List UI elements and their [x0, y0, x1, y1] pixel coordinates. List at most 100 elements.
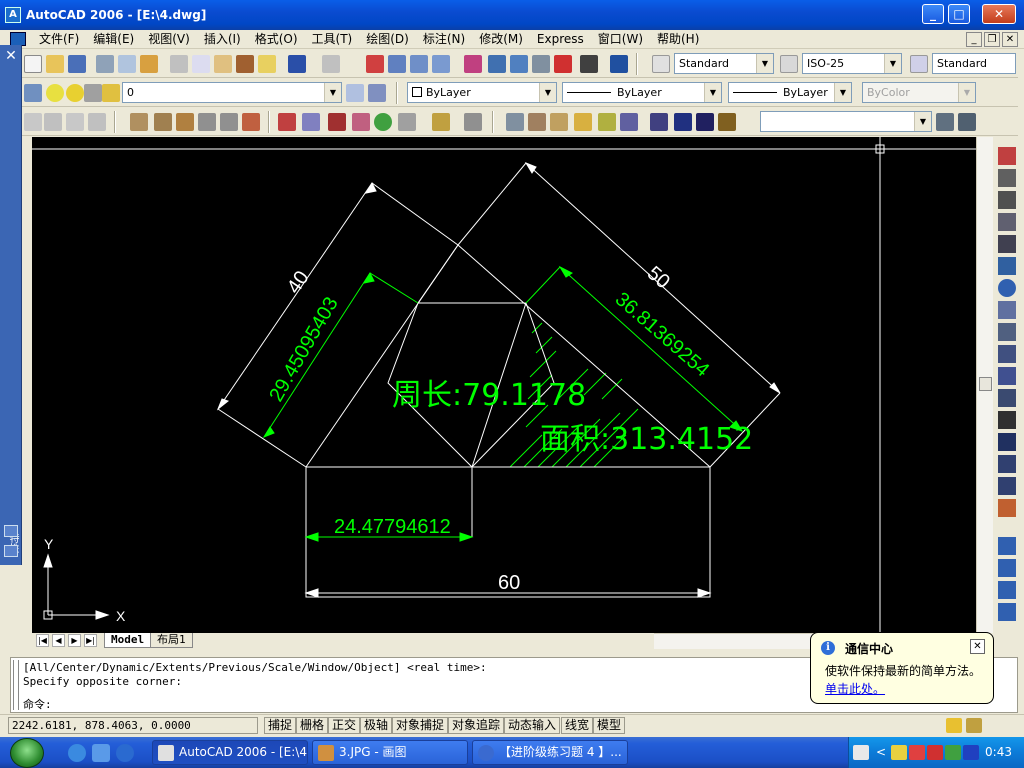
- undo-icon[interactable]: [288, 55, 306, 73]
- alert-icon[interactable]: [909, 745, 925, 760]
- table-style-icon[interactable]: [910, 55, 928, 73]
- chevron-down-icon[interactable]: ▼: [914, 112, 931, 131]
- keyboard-icon[interactable]: [853, 745, 869, 760]
- doc-restore-button[interactable]: ❐: [984, 32, 1000, 47]
- task-exercise[interactable]: 【进阶级练习题 4 】...: [472, 740, 628, 765]
- list-xref-icon[interactable]: [220, 113, 238, 131]
- menu-item-5[interactable]: 工具(T): [305, 32, 360, 47]
- pan-icon[interactable]: [366, 55, 384, 73]
- layer-viewport-icon[interactable]: [84, 84, 102, 102]
- save-icon[interactable]: [68, 55, 86, 73]
- layer-match-icon[interactable]: [550, 113, 568, 131]
- close-button[interactable]: ✕: [982, 4, 1016, 24]
- network-icon[interactable]: [945, 745, 961, 760]
- dim-style-icon[interactable]: [780, 55, 798, 73]
- layer-on-icon[interactable]: [46, 84, 64, 102]
- palette-menu-icon[interactable]: [4, 545, 18, 557]
- table-style-combo[interactable]: Standard: [932, 53, 1016, 74]
- flatten-icon[interactable]: [398, 113, 416, 131]
- tab-model[interactable]: Model: [104, 633, 152, 648]
- extend-object-icon[interactable]: [998, 367, 1016, 385]
- chevron-down-icon[interactable]: ▼: [756, 54, 773, 73]
- viewport-lock-icon[interactable]: [958, 113, 976, 131]
- paste-icon[interactable]: [214, 55, 232, 73]
- explode-icon[interactable]: [242, 113, 260, 131]
- balloon-link[interactable]: 单击此处。: [825, 680, 885, 697]
- status-toggle-0[interactable]: 捕捉: [264, 717, 297, 734]
- last-tab-icon[interactable]: ▶|: [84, 634, 97, 647]
- globe-icon[interactable]: [374, 113, 392, 131]
- chamfer-icon[interactable]: [998, 455, 1016, 473]
- scale-icon[interactable]: [998, 301, 1016, 319]
- trim-icon[interactable]: [176, 113, 194, 131]
- media-player-icon[interactable]: [963, 745, 979, 760]
- status-toggle-8[interactable]: 模型: [593, 717, 626, 734]
- break-at-point-icon[interactable]: [998, 389, 1016, 407]
- maximize-button[interactable]: □: [948, 4, 970, 24]
- dim-style-combo[interactable]: ISO-25 ▼: [802, 53, 902, 74]
- viewport-scale-icon[interactable]: [936, 113, 954, 131]
- status-toggle-7[interactable]: 线宽: [561, 717, 594, 734]
- block-tools-icon[interactable]: [130, 113, 148, 131]
- color-combo[interactable]: ByLayer ▼: [407, 82, 557, 103]
- image-icon[interactable]: [352, 113, 370, 131]
- status-toggle-5[interactable]: 对象追踪: [448, 717, 505, 734]
- publish-icon[interactable]: [140, 55, 158, 73]
- zoom-window-icon[interactable]: [410, 55, 428, 73]
- chevron-down-icon[interactable]: ▼: [539, 83, 556, 102]
- explode-object-icon[interactable]: [998, 499, 1016, 517]
- status-toggle-4[interactable]: 对象捕捉: [392, 717, 449, 734]
- layer-tools-icon[interactable]: [506, 113, 524, 131]
- status-toggle-2[interactable]: 正交: [328, 717, 361, 734]
- join-icon[interactable]: [998, 433, 1016, 451]
- prev-tab-icon[interactable]: ◀: [52, 634, 65, 647]
- drawing-area[interactable]: 40 50 29.45095403 36.81369254 24.4779461…: [32, 137, 976, 633]
- ie-icon[interactable]: [68, 744, 86, 762]
- chevron-down-icon[interactable]: ▼: [884, 54, 901, 73]
- block-editor-icon[interactable]: [258, 55, 276, 73]
- revcloud-icon[interactable]: [328, 113, 346, 131]
- menu-item-1[interactable]: 编辑(E): [86, 32, 141, 47]
- layer-off-icon[interactable]: [598, 113, 616, 131]
- minimize-button[interactable]: _: [922, 4, 944, 24]
- draw-order-icon[interactable]: [432, 113, 450, 131]
- menu-item-4[interactable]: 格式(O): [248, 32, 305, 47]
- draw-order-front-icon[interactable]: [998, 537, 1016, 555]
- copy-object-icon[interactable]: [998, 169, 1016, 187]
- print-icon[interactable]: [96, 55, 114, 73]
- layer-combo[interactable]: 0 ▼: [122, 82, 342, 103]
- chevron-down-icon[interactable]: ▼: [324, 83, 341, 102]
- draw-order-back-icon[interactable]: [998, 559, 1016, 577]
- snowflake-icon[interactable]: [650, 113, 668, 131]
- tool-palettes-icon[interactable]: [510, 55, 528, 73]
- chevron-down-icon[interactable]: ▼: [704, 83, 721, 102]
- start-button[interactable]: [10, 738, 44, 768]
- print-preview-icon[interactable]: [118, 55, 136, 73]
- lineweight-combo[interactable]: ByLayer ▼: [728, 82, 852, 103]
- array-icon[interactable]: [998, 235, 1016, 253]
- rotate-icon[interactable]: [998, 279, 1016, 297]
- copy-nested-icon[interactable]: [198, 113, 216, 131]
- balloon-close-button[interactable]: ✕: [970, 639, 985, 654]
- vertical-scrollbar[interactable]: [976, 137, 993, 633]
- unlock-icon[interactable]: [718, 113, 736, 131]
- first-tab-icon[interactable]: |◀: [36, 634, 49, 647]
- offset-icon[interactable]: [998, 213, 1016, 231]
- menu-item-0[interactable]: 文件(F): [32, 32, 86, 47]
- design-center-icon[interactable]: [488, 55, 506, 73]
- doc-minimize-button[interactable]: _: [966, 32, 982, 47]
- command-prompt[interactable]: 命令:: [23, 696, 52, 712]
- make-current-layer-icon[interactable]: [346, 84, 364, 102]
- layer-lock-icon[interactable]: [102, 84, 120, 102]
- menu-item-2[interactable]: 视图(V): [141, 32, 197, 47]
- layer-freeze-icon[interactable]: [66, 84, 84, 102]
- open-icon[interactable]: [46, 55, 64, 73]
- break-icon[interactable]: [998, 411, 1016, 429]
- cut-icon[interactable]: [170, 55, 188, 73]
- stretch-icon[interactable]: [998, 323, 1016, 341]
- menu-item-6[interactable]: 绘图(D): [359, 32, 416, 47]
- text-fit-icon[interactable]: [44, 113, 62, 131]
- calculator-icon[interactable]: [580, 55, 598, 73]
- scrollbar-thumb[interactable]: [979, 377, 992, 391]
- draw-order-under-icon[interactable]: [998, 603, 1016, 621]
